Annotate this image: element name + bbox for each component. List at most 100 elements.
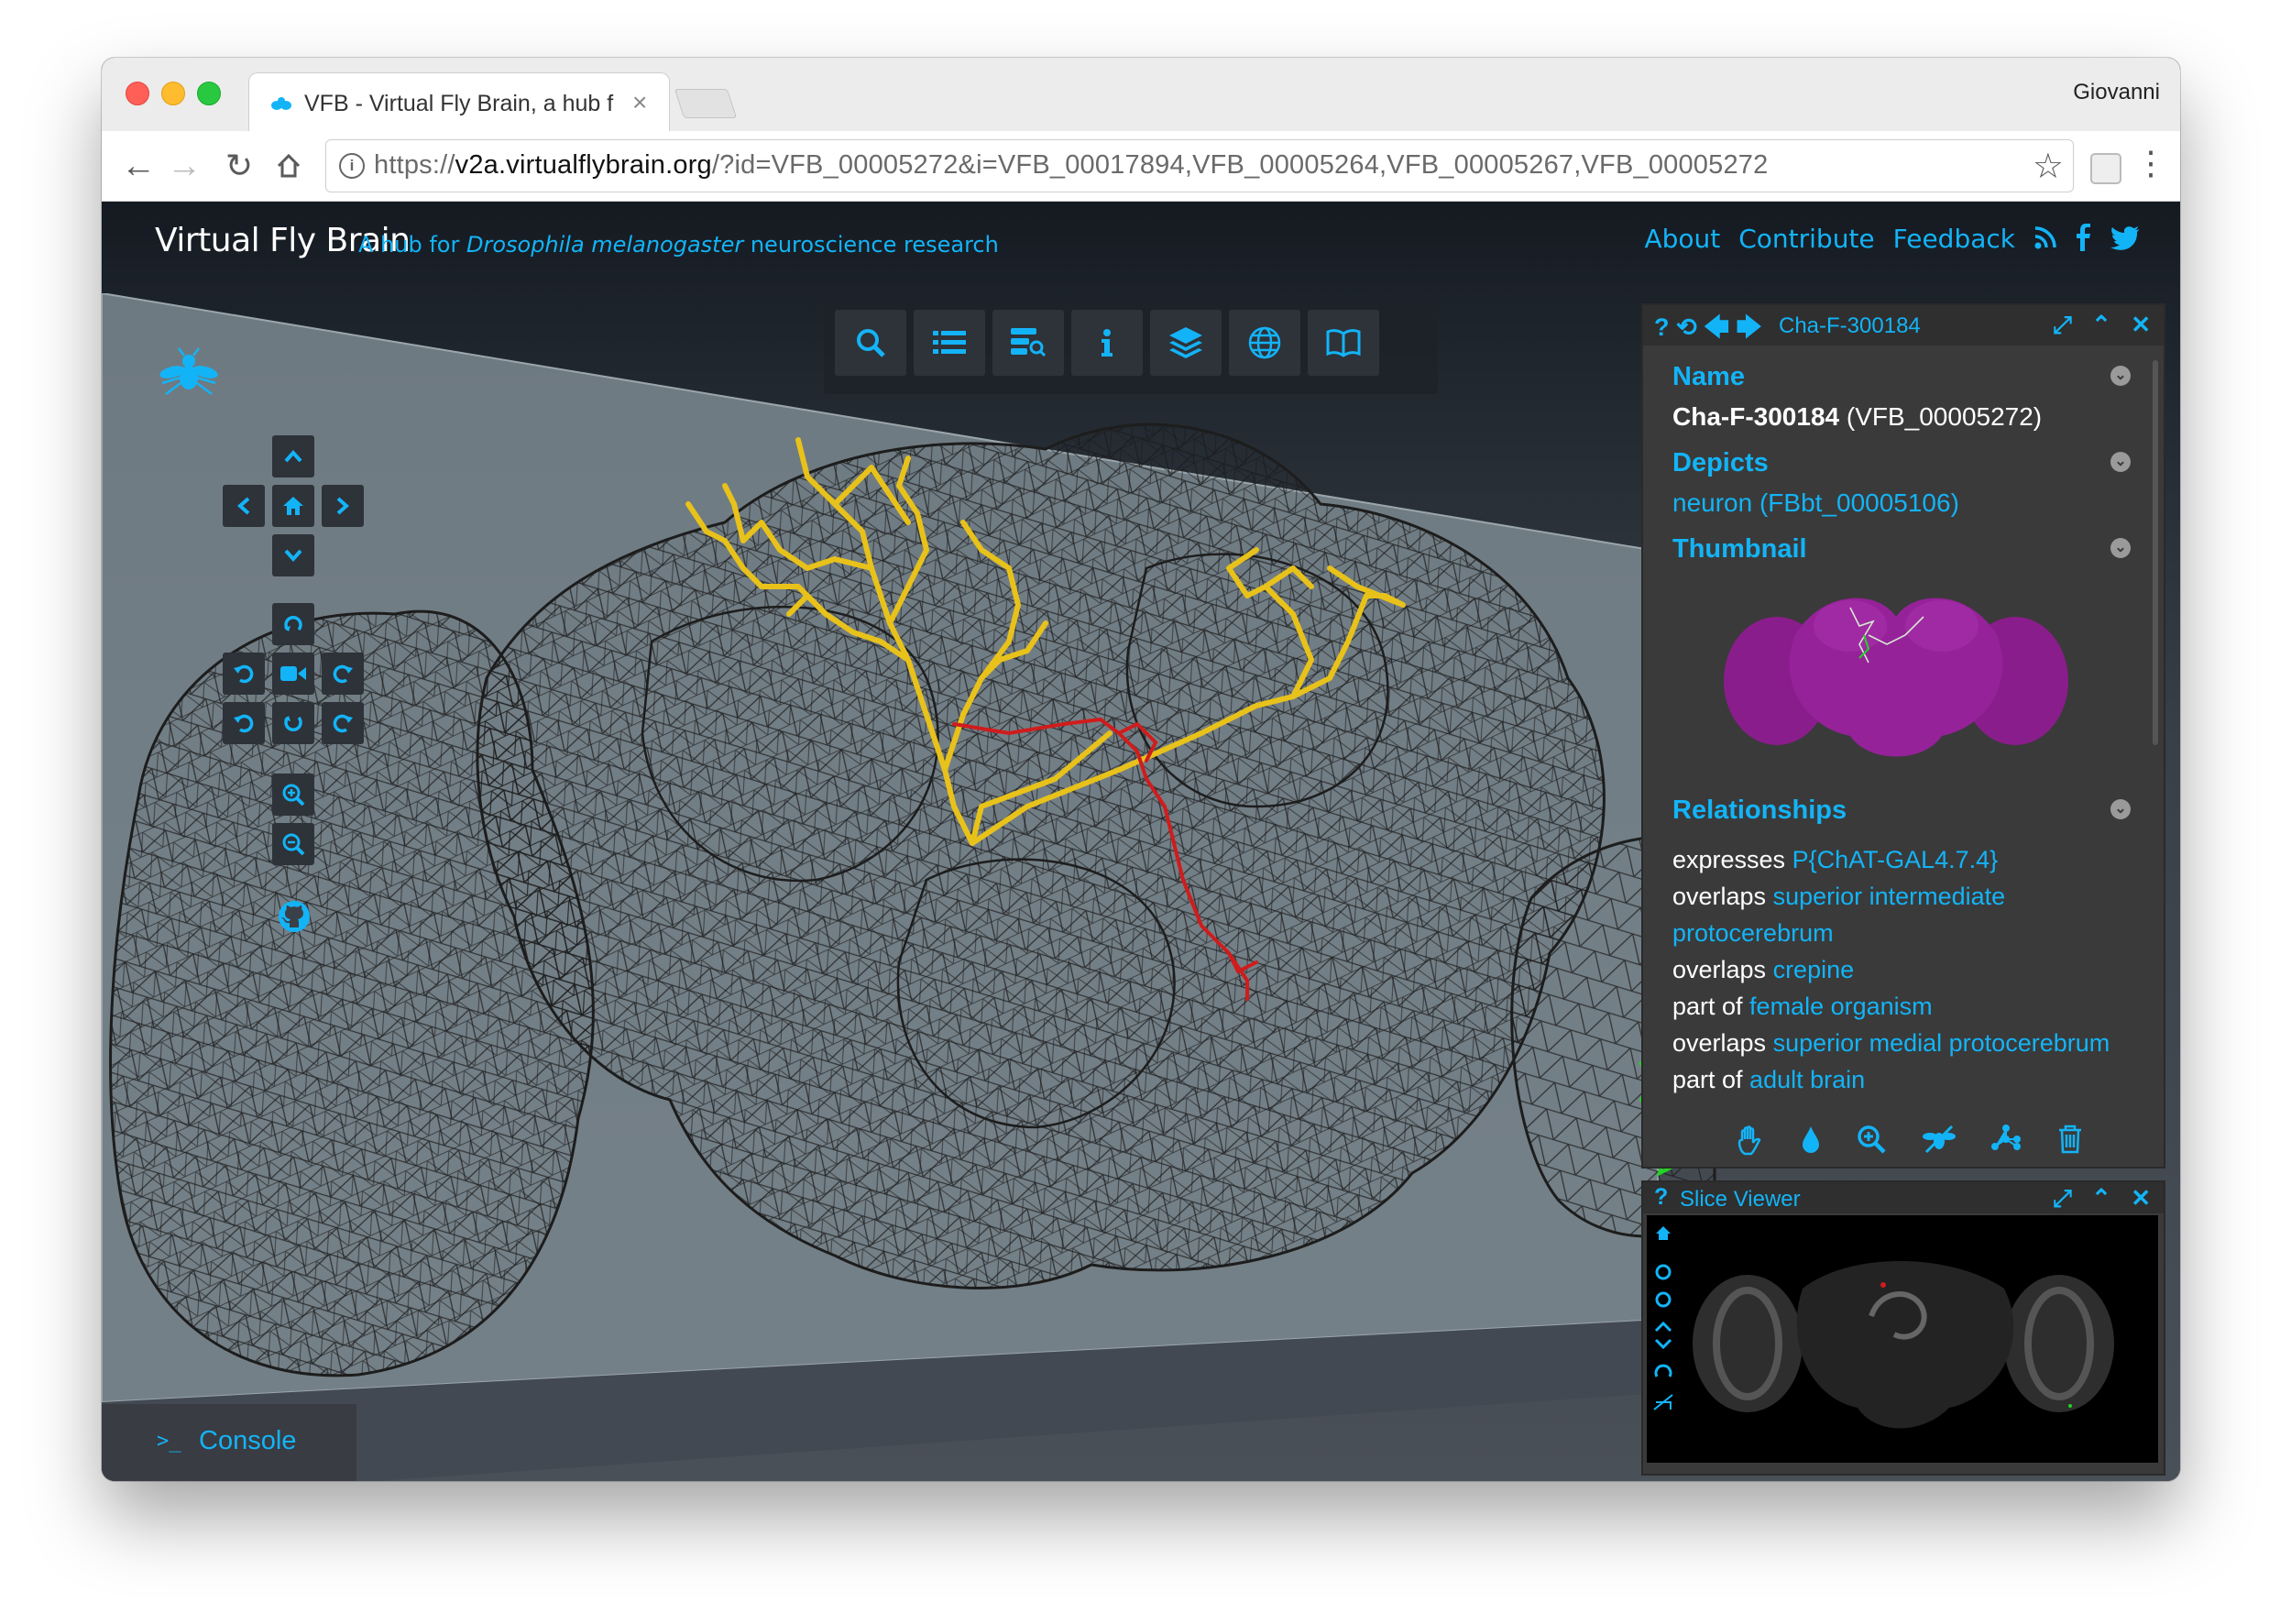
extension-icon[interactable] — [2090, 153, 2121, 184]
home-icon[interactable] — [269, 146, 309, 186]
zoom-in-button[interactable] — [272, 774, 314, 816]
fly-logo-icon[interactable] — [159, 346, 219, 403]
chevron-down-icon — [284, 549, 302, 562]
help-icon[interactable]: ? — [1654, 1184, 1668, 1211]
pan-up-button[interactable] — [272, 435, 314, 477]
slice-image[interactable] — [1647, 1215, 2158, 1463]
search-icon — [857, 329, 885, 357]
zoom-out-button[interactable] — [272, 823, 314, 865]
pan-down-button[interactable] — [272, 534, 314, 576]
book-icon — [1326, 329, 1361, 357]
twitter-icon[interactable] — [2110, 224, 2140, 251]
zoom-out-icon — [282, 833, 305, 856]
facebook-icon[interactable] — [2076, 224, 2092, 251]
home-icon — [283, 497, 303, 515]
url-text[interactable]: https://v2a.virtualflybrain.org/?id=VFB_… — [374, 150, 1768, 181]
relationship-target-link[interactable]: crepine — [1773, 956, 1855, 983]
graph-icon[interactable] — [1991, 1125, 2022, 1154]
term-info-title: Cha-F-300184 — [1779, 313, 1921, 338]
thumbnail-section-header[interactable]: Thumbnail ⌄ — [1672, 534, 2131, 575]
maximize-icon[interactable]: ⤢ — [2053, 1184, 2072, 1212]
list-button[interactable] — [914, 310, 985, 376]
name-section-header[interactable]: Name ⌄ — [1672, 362, 2131, 402]
name-value: Cha-F-300184 (VFB_00005272) — [1672, 402, 2131, 448]
info-button[interactable] — [1071, 310, 1143, 376]
relationship-type: part of — [1672, 1066, 1750, 1093]
github-icon[interactable] — [278, 900, 311, 933]
browser-tab[interactable]: VFB - Virtual Fly Brain, a hub f × — [248, 72, 670, 132]
layers-button[interactable] — [1150, 310, 1222, 376]
color-drop-icon[interactable] — [1801, 1125, 1821, 1154]
neuron-thumbnail[interactable] — [1722, 580, 2070, 769]
about-link[interactable]: About — [1644, 224, 1720, 254]
depicts-section-header[interactable]: Depicts ⌄ — [1672, 448, 2131, 488]
depicts-link[interactable]: neuron (FBbt_00005106) — [1672, 488, 2131, 534]
console-button[interactable]: >_ Console — [102, 1404, 356, 1481]
bookmark-star-icon[interactable]: ☆ — [2033, 146, 2064, 187]
relationships-heading: Relationships — [1672, 796, 1847, 825]
history-icon[interactable]: ⟲ — [1676, 313, 1697, 341]
relationship-target-link[interactable]: adult brain — [1749, 1066, 1865, 1093]
forward-arrow-icon[interactable]: 🡆 — [1737, 313, 1762, 341]
layers-icon — [1169, 327, 1202, 358]
rotate-down-button[interactable] — [272, 702, 314, 744]
camera-button[interactable] — [272, 653, 314, 695]
contribute-link[interactable]: Contribute — [1738, 224, 1874, 254]
term-info-actions — [1735, 1125, 2083, 1161]
url-path: /?id=VFB_00005272&i=VFB_00017894,VFB_000… — [711, 150, 1769, 180]
roll-left-button[interactable] — [223, 702, 265, 744]
search-button[interactable] — [835, 310, 906, 376]
relationship-type: overlaps — [1672, 956, 1773, 983]
site-info-icon[interactable]: i — [339, 153, 365, 179]
zoom-in-icon — [282, 784, 305, 807]
reload-icon[interactable]: ↻ — [219, 146, 259, 186]
app-header: Virtual Fly Brain A hub for Drosophila m… — [102, 202, 2180, 293]
hand-select-icon[interactable] — [1735, 1125, 1764, 1156]
rotate-left-icon — [234, 664, 254, 684]
chevron-down-icon[interactable]: ⌄ — [2110, 799, 2131, 819]
thumbnail-heading: Thumbnail — [1672, 534, 1807, 564]
forward-arrow-icon[interactable]: → — [164, 146, 204, 186]
chevron-down-icon[interactable]: ⌄ — [2110, 452, 2131, 472]
home-view-button[interactable] — [272, 485, 314, 527]
chevron-down-icon[interactable]: ⌄ — [2110, 538, 2131, 558]
new-tab-button[interactable] — [674, 89, 738, 118]
term-info-scrollbar[interactable] — [2153, 360, 2158, 745]
window-close-button[interactable] — [126, 82, 149, 105]
relationship-target-link[interactable]: female organism — [1749, 993, 1933, 1020]
video-camera-icon — [280, 666, 306, 681]
close-icon[interactable]: ✕ — [2131, 311, 2151, 338]
rss-icon[interactable] — [2033, 224, 2057, 251]
relationship-target-link[interactable]: P{ChAT-GAL4.7.4} — [1792, 846, 1999, 873]
window-minimize-button[interactable] — [161, 82, 185, 105]
pan-right-button[interactable] — [322, 485, 364, 527]
trash-icon[interactable] — [2057, 1125, 2083, 1154]
book-button[interactable] — [1308, 310, 1379, 376]
query-button[interactable] — [992, 310, 1064, 376]
roll-right-button[interactable] — [322, 702, 364, 744]
maximize-icon[interactable]: ⤢ — [2053, 311, 2072, 338]
window-maximize-button[interactable] — [197, 82, 221, 105]
rotate-right-button[interactable] — [322, 653, 364, 695]
rotate-left-button[interactable] — [223, 653, 265, 695]
address-bar[interactable]: i https://v2a.virtualflybrain.org/?id=VF… — [325, 139, 2074, 192]
zoom-to-icon[interactable] — [1857, 1125, 1886, 1154]
back-arrow-icon[interactable]: 🡄 — [1704, 313, 1729, 341]
feedback-link[interactable]: Feedback — [1893, 224, 2015, 254]
chevron-down-icon[interactable]: ⌄ — [2110, 366, 2131, 386]
relationships-section-header[interactable]: Relationships ⌄ — [1672, 796, 2131, 836]
tab-close-icon[interactable]: × — [632, 88, 647, 117]
help-icon[interactable]: ? — [1654, 313, 1670, 341]
rotate-reset-button[interactable] — [272, 603, 314, 645]
minimize-icon[interactable]: ⌃ — [2091, 1184, 2111, 1212]
minimize-icon[interactable]: ⌃ — [2091, 311, 2111, 338]
close-icon[interactable]: ✕ — [2131, 1184, 2151, 1212]
hide-fly-icon[interactable] — [1922, 1125, 1956, 1154]
relationship-target-link[interactable]: superior medial protocerebrum — [1773, 1029, 2110, 1057]
back-arrow-icon[interactable]: ← — [118, 146, 159, 186]
globe-button[interactable] — [1229, 310, 1300, 376]
profile-name[interactable]: Giovanni — [2073, 80, 2160, 105]
pan-left-button[interactable] — [223, 485, 265, 527]
term-info-body: Name ⌄ Cha-F-300184 (VFB_00005272) Depict… — [1672, 362, 2131, 1107]
browser-menu-icon[interactable]: ⋮ — [2134, 144, 2167, 182]
